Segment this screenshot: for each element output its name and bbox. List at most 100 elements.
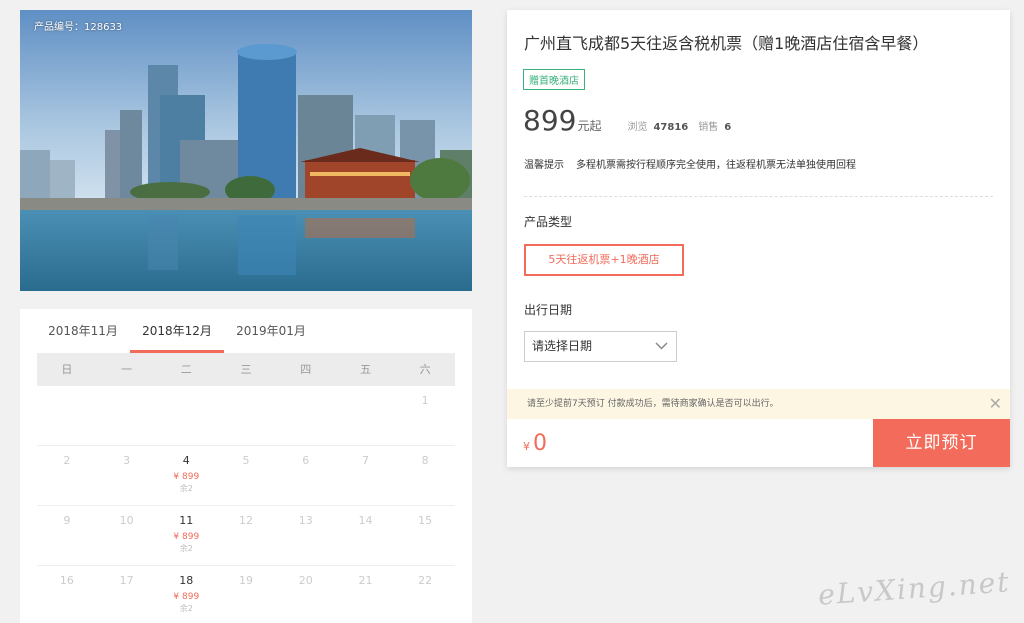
calendar-day: 8 [395, 446, 455, 505]
close-icon[interactable]: ✕ [989, 389, 1002, 419]
weekday-header: 日 一 二 三 四 五 六 [37, 353, 455, 386]
weekday-label: 二 [180, 363, 192, 376]
total-currency: ¥ [523, 440, 530, 453]
day-number: 3 [123, 454, 131, 467]
stats: 浏览 47816 销售 6 [627, 118, 741, 133]
day-number: 7 [361, 454, 369, 467]
day-stock: 余2 [179, 544, 193, 553]
tips-text: 多程机票需按行程顺序完全使用，往返程机票无法单独使用回程 [576, 160, 856, 171]
date-select-value: 请选择日期 [532, 339, 593, 353]
tips-label: 温馨提示 [524, 160, 564, 171]
calendar-day [216, 386, 276, 445]
calendar-day: 10 [97, 506, 157, 565]
calendar-day: 20 [276, 566, 336, 623]
day-number: 4 [182, 454, 190, 467]
chevron-down-icon [655, 342, 668, 350]
price-calendar: 2018年11月 2018年12月 2019年01月 日 一 二 三 四 五 六… [20, 309, 472, 623]
watermark: eLvXing.net [817, 565, 1012, 612]
views-count: 47816 [653, 122, 689, 133]
day-number: 18 [179, 574, 194, 587]
sales-count: 6 [724, 122, 732, 133]
tab-month-2018-11[interactable]: 2018年11月 [36, 309, 130, 353]
product-title: 广州直飞成都5天往返含税机票（赠1晚酒店住宿含早餐） [524, 34, 929, 53]
product-type-label: 产品类型 [524, 215, 573, 229]
calendar-day: 2 [37, 446, 97, 505]
calendar-week-row: 1 [37, 386, 455, 446]
day-number: 10 [119, 514, 134, 527]
day-number: 1 [421, 394, 429, 407]
calendar-day: 12 [216, 506, 276, 565]
calendar-week-row: 2 3 4 ¥ 899 余2 5 6 7 8 [37, 446, 455, 506]
calendar-day: 5 [216, 446, 276, 505]
product-id-label: 产品编号：128633 [34, 22, 123, 33]
notice-text: 请至少提前7天预订 付款成功后，需待商家确认是否可以出行。 [527, 399, 779, 409]
calendar-week-row: 16 17 18 ¥ 899 余2 19 20 21 22 [37, 566, 455, 623]
day-number: 15 [418, 514, 433, 527]
day-number: 13 [298, 514, 313, 527]
price-unit: 元起 [577, 119, 602, 133]
day-price: ¥ 899 [173, 532, 200, 542]
calendar-day: 13 [276, 506, 336, 565]
day-number: 6 [302, 454, 310, 467]
booking-notice: 请至少提前7天预订 付款成功后，需待商家确认是否可以出行。 ✕ [507, 389, 1010, 419]
weekday-label: 四 [300, 363, 312, 376]
total-amount: 0 [533, 431, 547, 456]
tips: 温馨提示 多程机票需按行程顺序完全使用，往返程机票无法单独使用回程 [524, 156, 856, 171]
day-stock: 余2 [179, 604, 193, 613]
day-number: 12 [239, 514, 254, 527]
calendar-day: 3 [97, 446, 157, 505]
calendar-day [37, 386, 97, 445]
weekday-label: 一 [121, 363, 133, 376]
day-number: 11 [179, 514, 194, 527]
day-number: 5 [242, 454, 250, 467]
calendar-day [156, 386, 216, 445]
weekday-label: 六 [419, 363, 431, 376]
calendar-day: 21 [336, 566, 396, 623]
calendar-day: 1 [395, 386, 455, 445]
day-number: 22 [418, 574, 433, 587]
calendar-day: 17 [97, 566, 157, 623]
day-stock: 余2 [179, 484, 193, 493]
calendar-day: 7 [336, 446, 396, 505]
day-number: 8 [421, 454, 429, 467]
product-panel: 广州直飞成都5天往返含税机票（赠1晚酒店住宿含早餐） 赠首晚酒店 899 元起 … [507, 10, 1010, 467]
calendar-day: 15 [395, 506, 455, 565]
product-type-option[interactable]: 5天往返机票+1晚酒店 [524, 244, 684, 276]
calendar-day: 16 [37, 566, 97, 623]
day-number: 20 [298, 574, 313, 587]
travel-date-label: 出行日期 [524, 303, 573, 317]
calendar-day [336, 386, 396, 445]
day-number: 14 [358, 514, 373, 527]
tab-month-2018-12[interactable]: 2018年12月 [130, 309, 224, 353]
calendar-day: 6 [276, 446, 336, 505]
views-label: 浏览 [627, 122, 648, 133]
calendar-day [276, 386, 336, 445]
day-number: 9 [63, 514, 71, 527]
day-number: 16 [59, 574, 74, 587]
book-now-button[interactable]: 立即预订 [873, 419, 1010, 467]
calendar-day [97, 386, 157, 445]
divider [524, 196, 993, 197]
month-tabs: 2018年11月 2018年12月 2019年01月 [20, 309, 472, 353]
day-number: 19 [239, 574, 254, 587]
calendar-day: 22 [395, 566, 455, 623]
price-row: 899 元起 浏览 47816 销售 6 [523, 104, 741, 137]
day-number: 17 [119, 574, 134, 587]
day-price: ¥ 899 [173, 472, 200, 482]
tab-month-2019-01[interactable]: 2019年01月 [224, 309, 318, 353]
product-photo: 产品编号：128633 [20, 10, 472, 291]
weekday-label: 五 [359, 363, 371, 376]
calendar-day: 19 [216, 566, 276, 623]
day-number: 2 [63, 454, 71, 467]
calendar-day: 14 [336, 506, 396, 565]
sales-label: 销售 [698, 122, 719, 133]
calendar-day[interactable]: 4 ¥ 899 余2 [156, 446, 216, 505]
day-number: 21 [358, 574, 373, 587]
calendar-day[interactable]: 11 ¥ 899 余2 [156, 506, 216, 565]
calendar-day[interactable]: 18 ¥ 899 余2 [156, 566, 216, 623]
day-price: ¥ 899 [173, 592, 200, 602]
gift-badge: 赠首晚酒店 [523, 69, 585, 90]
travel-date-select[interactable]: 请选择日期 [524, 331, 677, 362]
calendar-days: 1 2 3 4 ¥ 899 余2 5 6 7 8 9 10 11 ¥ 899 余2 12 13 14 15 16 17 1… [20, 386, 472, 623]
price-value: 899 [523, 104, 577, 137]
